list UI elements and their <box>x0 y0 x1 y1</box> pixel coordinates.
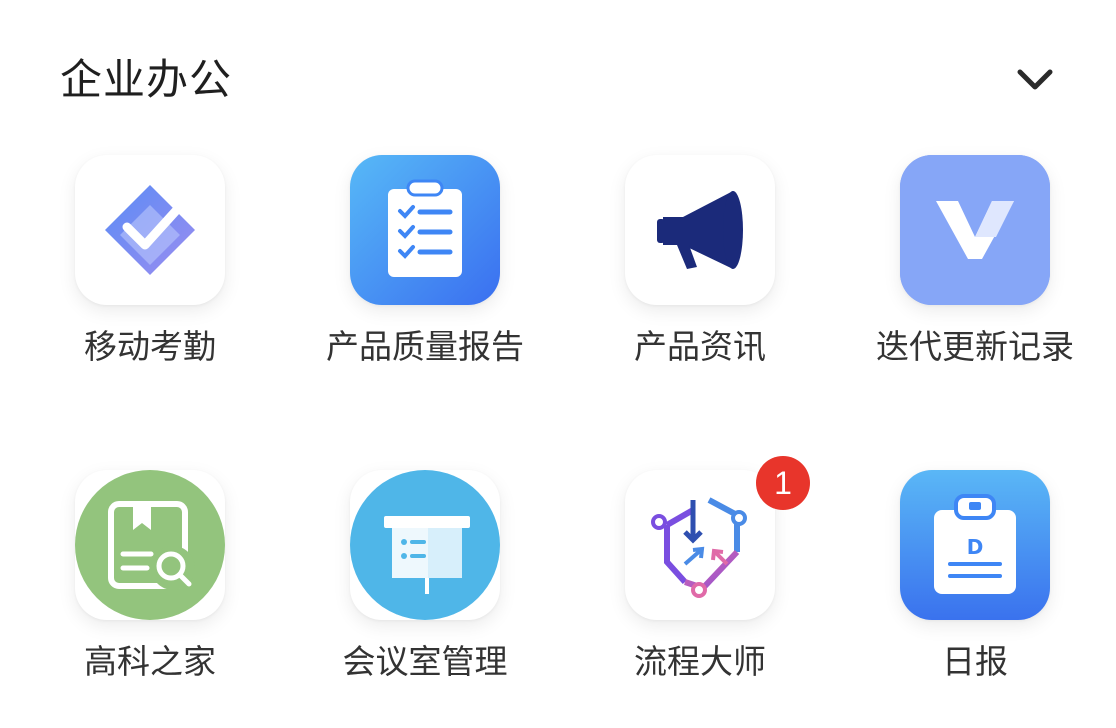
megaphone-icon <box>625 155 775 305</box>
app-item-meeting-room[interactable]: 会议室管理 <box>305 470 545 700</box>
attendance-check-icon <box>75 155 225 305</box>
app-label: 迭代更新记录 <box>876 327 1074 366</box>
app-item-product-news[interactable]: 产品资讯 <box>580 155 820 385</box>
clipboard-checklist-icon <box>350 155 500 305</box>
app-item-workflow-master[interactable]: 1 流程大师 <box>580 456 820 700</box>
presentation-board-icon <box>350 470 500 620</box>
app-item-gaoke-home[interactable]: 高科之家 <box>30 470 270 700</box>
v-logo-icon <box>900 155 1050 305</box>
book-search-icon <box>75 470 225 620</box>
app-label: 产品质量报告 <box>326 327 524 366</box>
workflow-cube-icon <box>625 470 775 620</box>
app-grid: 移动考勤 产品质量报告 产品资讯 迭代更新记录 高科之家 会议室管理 1 流程大… <box>0 0 1116 728</box>
notification-badge: 1 <box>756 456 810 510</box>
app-label: 产品资讯 <box>634 327 766 366</box>
app-item-daily-report[interactable]: D 日报 <box>855 470 1095 700</box>
svg-text:D: D <box>967 535 984 559</box>
app-label: 会议室管理 <box>342 642 508 681</box>
app-item-iteration-log[interactable]: 迭代更新记录 <box>855 155 1095 385</box>
app-label: 高科之家 <box>84 642 216 681</box>
app-label: 日报 <box>942 642 1008 681</box>
app-item-attendance[interactable]: 移动考勤 <box>30 155 270 385</box>
app-label: 流程大师 <box>634 642 766 681</box>
app-item-quality-report[interactable]: 产品质量报告 <box>305 155 545 385</box>
daily-report-clipboard-icon: D <box>900 470 1050 620</box>
app-label: 移动考勤 <box>84 327 216 366</box>
